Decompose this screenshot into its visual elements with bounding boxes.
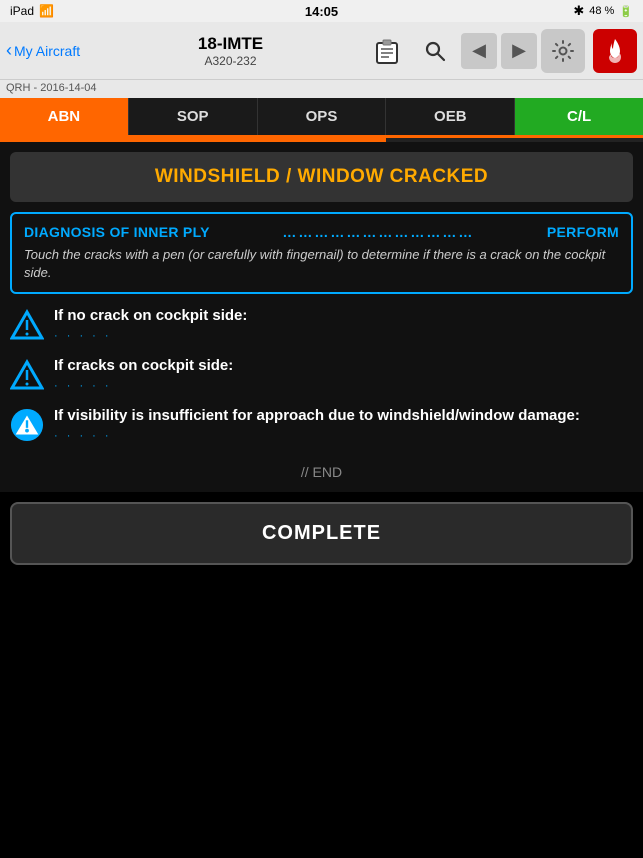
aircraft-type: A320-232 (204, 54, 256, 68)
diagnosis-label-right: PERFORM (547, 224, 619, 240)
nav-right-icon: ▶ (512, 40, 526, 61)
condition-crack-label: If cracks on cockpit side: (54, 356, 633, 376)
condition-visibility-content: If visibility is insufficient for approa… (54, 406, 633, 442)
complete-button[interactable]: COMPLETE (10, 502, 633, 565)
tab-abn[interactable]: ABN (0, 98, 129, 135)
tab-oeb-label: OEB (434, 108, 467, 125)
fire-icon (602, 37, 628, 65)
clipboard-icon (374, 38, 400, 64)
battery-percent: 48 % (589, 5, 614, 17)
gear-icon (551, 39, 575, 63)
wifi-icon: 📶 (39, 4, 54, 18)
condition-no-crack-dots: · · · · · (54, 330, 633, 342)
time-display: 14:05 (305, 4, 338, 19)
battery-icon: 🔋 (619, 5, 633, 18)
diagnosis-subtitle: Touch the cracks with a pen (or carefull… (24, 246, 619, 282)
tab-bar: ABN SOP OPS OEB C/L (0, 98, 643, 138)
tab-cl[interactable]: C/L (515, 98, 643, 135)
back-button[interactable]: ‹ My Aircraft (6, 40, 96, 61)
diagnosis-dots: ……………………………… (210, 224, 547, 240)
tab-ops[interactable]: OPS (258, 98, 387, 135)
end-label: // END (10, 456, 633, 492)
condition-visibility-label: If visibility is insufficient for approa… (54, 406, 633, 426)
tab-sop-label: SOP (177, 108, 209, 125)
device-label: iPad (10, 4, 34, 18)
triangle-filled-icon (10, 407, 44, 443)
condition-no-crack-content: If no crack on cockpit side: · · · · · (54, 306, 633, 342)
search-button[interactable] (413, 29, 457, 73)
bottom-area: COMPLETE (0, 492, 643, 575)
diagnosis-section[interactable]: DIAGNOSIS OF INNER PLY ……………………………… PERF… (10, 212, 633, 294)
diagnosis-header: DIAGNOSIS OF INNER PLY ……………………………… PERF… (24, 224, 619, 240)
back-label: My Aircraft (14, 43, 80, 59)
nav-left-button[interactable]: ◀ (461, 33, 497, 69)
condition-crack[interactable]: If cracks on cockpit side: · · · · · (10, 356, 633, 392)
triangle-outline-icon (10, 308, 44, 342)
condition-visibility-dots: · · · · · (54, 430, 633, 442)
nav-left-icon: ◀ (472, 40, 486, 61)
emergency-button[interactable] (593, 29, 637, 73)
condition-crack-dots: · · · · · (54, 380, 633, 392)
tab-oeb[interactable]: OEB (386, 98, 515, 135)
condition-crack-content: If cracks on cockpit side: · · · · · (54, 356, 633, 392)
procedure-title-box: WINDSHIELD / WINDOW CRACKED (10, 152, 633, 202)
aircraft-id: 18-IMTE (198, 34, 263, 54)
bluetooth-icon: ✱ (573, 3, 584, 19)
main-content: WINDSHIELD / WINDOW CRACKED DIAGNOSIS OF… (0, 142, 643, 492)
triangle-outline-icon-2 (10, 358, 44, 392)
condition-crack-icon (10, 358, 44, 392)
tab-ops-label: OPS (306, 108, 338, 125)
header: ‹ My Aircraft 18-IMTE A320-232 ◀ ▶ (0, 22, 643, 80)
status-bar: iPad 📶 14:05 ✱ 48 % 🔋 (0, 0, 643, 22)
tab-sop[interactable]: SOP (129, 98, 258, 135)
condition-no-crack-label: If no crack on cockpit side: (54, 306, 633, 326)
diagnosis-label-left: DIAGNOSIS OF INNER PLY (24, 224, 210, 240)
back-chevron-icon: ‹ (6, 40, 12, 61)
procedure-title: WINDSHIELD / WINDOW CRACKED (155, 166, 488, 187)
qrh-text: QRH - 2016-14-04 (6, 82, 97, 94)
nav-right-button[interactable]: ▶ (501, 33, 537, 69)
tab-cl-label: C/L (567, 108, 591, 125)
condition-no-crack[interactable]: If no crack on cockpit side: · · · · · (10, 306, 633, 342)
qrh-label: QRH - 2016-14-04 (0, 80, 643, 98)
clipboard-button[interactable] (365, 29, 409, 73)
complete-button-label: COMPLETE (262, 522, 381, 544)
condition-no-crack-icon (10, 308, 44, 342)
search-icon (423, 39, 447, 63)
aircraft-info: 18-IMTE A320-232 (100, 34, 361, 68)
condition-visibility-icon (10, 408, 44, 442)
condition-visibility[interactable]: If visibility is insufficient for approa… (10, 406, 633, 442)
gear-button[interactable] (541, 29, 585, 73)
tab-abn-label: ABN (48, 108, 81, 125)
